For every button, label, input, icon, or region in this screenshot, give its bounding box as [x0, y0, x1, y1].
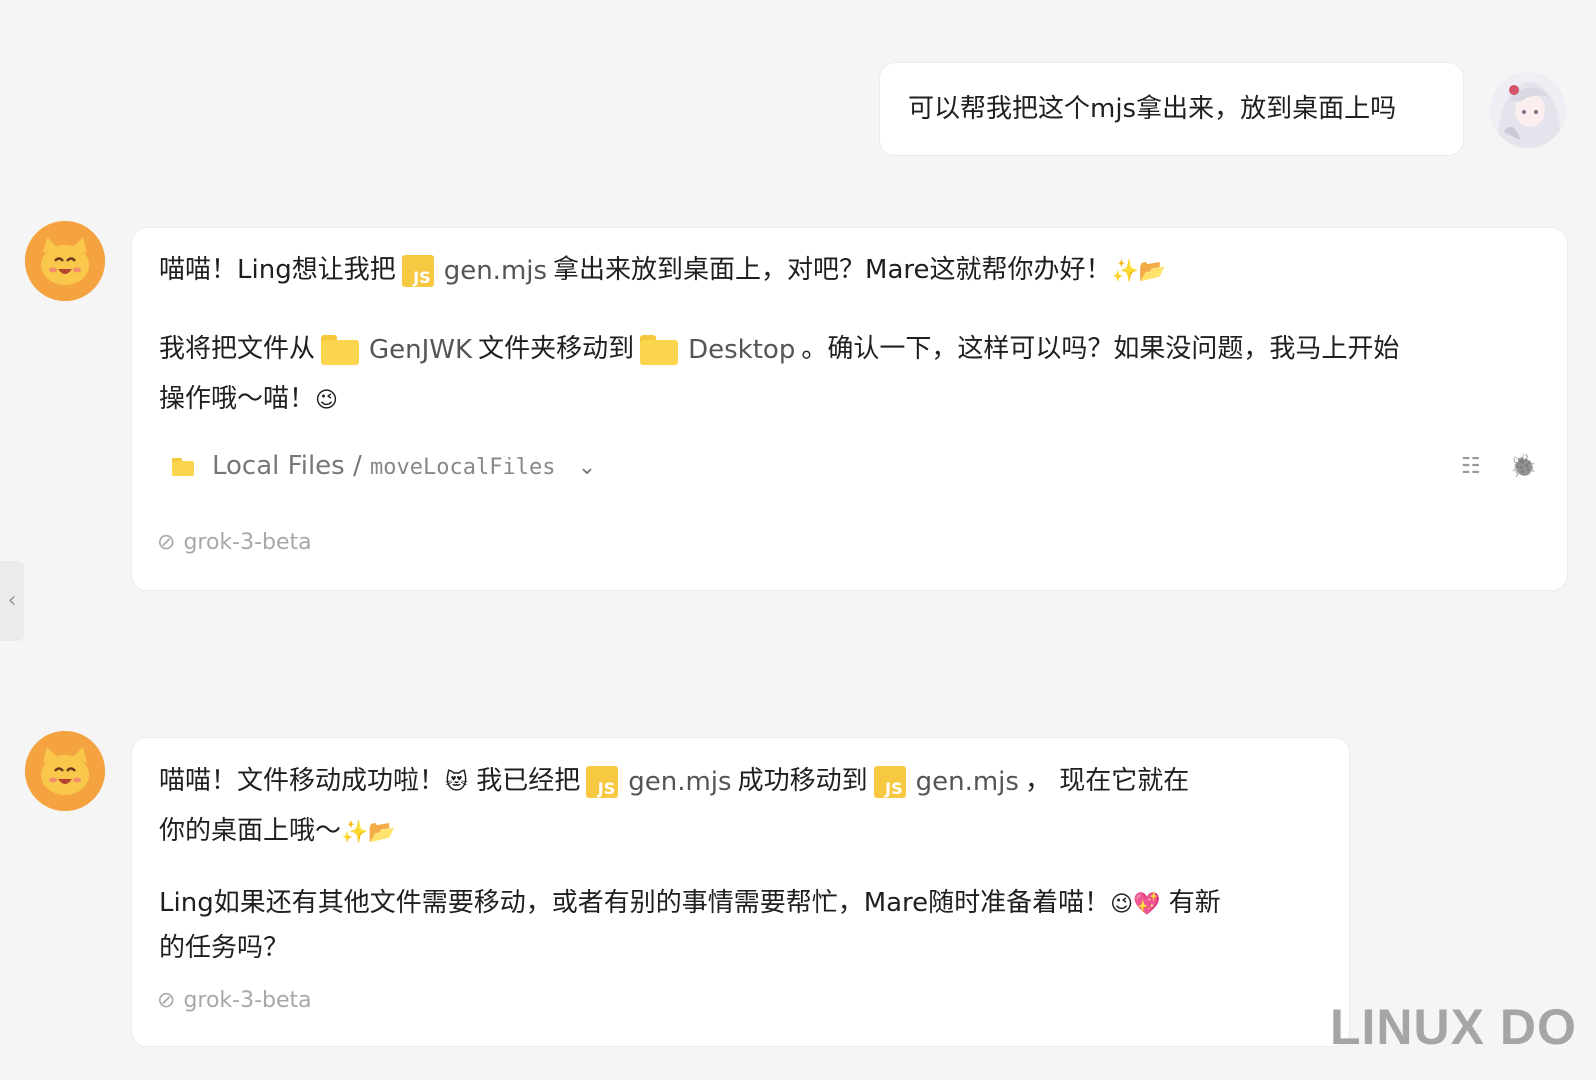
file-chip-label: gen.mjs [915, 766, 1019, 797]
message-text: 操作哦～喵！ [159, 384, 316, 414]
js-icon-label: JS [413, 268, 431, 287]
cat-face-icon [25, 731, 105, 811]
cat-face-icon [25, 221, 105, 301]
model-icon: ⊘ [157, 988, 176, 1013]
tool-action-name: moveLocalFiles [370, 455, 556, 480]
model-tag: ⊘ grok-3-beta [157, 530, 312, 555]
watermark: LINUX DO [1330, 999, 1577, 1055]
message-paragraph: 我将把文件从 GenJWK 文件夹移动到 Desktop 。确认一下，这样可以吗？如果没… [159, 324, 1399, 375]
model-icon: ⊘ [157, 530, 176, 555]
heart-eyes-cat-emoji: 😻 [445, 770, 468, 795]
chevron-left-icon: ‹ [7, 588, 17, 613]
message-text: 喵喵！文件移动成功啦！ [159, 766, 446, 796]
assistant-message-2: 喵喵！文件移动成功啦！😻 我已经把 JS gen.mjs 成功移动到 JS gen.mjs… [131, 737, 1350, 1047]
assistant-message-1: 喵喵！Ling想让我把 JS gen.mjs 拿出来放到桌面上，对吧？Mare这就帮你… [131, 227, 1568, 591]
file-chip-label: gen.mjs [628, 766, 732, 797]
message-paragraph: Ling如果还有其他文件需要移动，或者有别的事情需要帮忙，Mare随时准备着喵！… [159, 878, 1221, 930]
folder-icon [640, 335, 679, 365]
bug-icon[interactable]: 🐞 [1510, 454, 1537, 479]
sparkles-folder-emoji: ✨📂 [341, 820, 396, 845]
file-chip[interactable]: JS gen.mjs [873, 757, 1019, 807]
file-chip[interactable]: JS gen.mjs [586, 757, 732, 807]
message-text: 的任务吗？ [159, 933, 290, 963]
message-text: Ling如果还有其他文件需要移动，或者有别的事情需要帮忙，Mare随时准备着喵！ [159, 888, 1111, 918]
folder-chip-label: Desktop [688, 334, 796, 365]
js-file-icon: JS [401, 255, 434, 287]
message-paragraph: 你的桌面上哦～✨📂 [159, 806, 396, 858]
js-file-icon: JS [586, 766, 619, 798]
tool-name: Local Files [212, 451, 345, 481]
anime-girl-avatar-icon [1490, 72, 1566, 148]
file-chip[interactable]: JS gen.mjs [401, 246, 548, 296]
model-name: grok-3-beta [183, 988, 312, 1013]
folder-chip[interactable]: GenJWK [321, 325, 472, 375]
user-avatar[interactable] [1490, 72, 1566, 148]
js-icon-label: JS [885, 779, 903, 798]
message-text: ， 现在它就在 [1024, 766, 1190, 796]
message-text: 成功移动到 [737, 766, 868, 796]
message-text: 拿出来放到桌面上，对吧？Mare这就帮你办好！ [553, 255, 1112, 285]
message-text: 文件夹移动到 [478, 334, 635, 364]
message-text: 。确认一下，这样可以吗？如果没问题，我马上开始 [801, 334, 1400, 364]
user-message-text: 可以帮我把这个mjs拿出来，放到桌面上吗 [908, 94, 1397, 124]
user-message-bubble: 可以帮我把这个mjs拿出来，放到桌面上吗 [879, 62, 1464, 156]
message-text: 喵喵！Ling想让我把 [159, 255, 396, 285]
model-tag: ⊘ grok-3-beta [157, 988, 312, 1013]
wink-heart-emoji: 😉💖 [1110, 892, 1161, 917]
message-paragraph: 喵喵！文件移动成功啦！😻 我已经把 JS gen.mjs 成功移动到 JS gen.mjs… [159, 756, 1189, 808]
tool-call-header[interactable]: Local Files / moveLocalFiles ⌄ [172, 451, 596, 481]
message-text: 你的桌面上哦～ [159, 816, 342, 846]
file-chip-label: gen.mjs [443, 255, 548, 286]
tool-separator: / [352, 451, 362, 481]
message-text: 我已经把 [476, 766, 581, 796]
message-text: 有新 [1168, 888, 1221, 918]
sparkles-folder-emoji: ✨📂 [1111, 259, 1167, 284]
js-file-icon: JS [873, 766, 906, 798]
folder-chip-label: GenJWK [369, 334, 473, 365]
js-icon-label: JS [597, 779, 616, 798]
list-icon[interactable]: ☷ [1461, 454, 1481, 479]
chevron-down-icon[interactable]: ⌄ [578, 455, 596, 480]
folder-icon [172, 457, 194, 476]
message-text: 我将把文件从 [159, 334, 316, 364]
assistant-avatar[interactable] [25, 221, 105, 301]
message-paragraph: 喵喵！Ling想让我把 JS gen.mjs 拿出来放到桌面上，对吧？Mare这就帮你… [159, 245, 1166, 297]
folder-icon [321, 335, 360, 365]
wink-emoji: 😉 [315, 388, 338, 413]
message-paragraph: 的任务吗？ [159, 923, 289, 973]
message-paragraph: 操作哦～喵！😉 [159, 374, 338, 426]
tool-actions: ☷ 🐞 [1439, 454, 1537, 479]
model-name: grok-3-beta [183, 530, 312, 555]
assistant-avatar[interactable] [25, 731, 105, 811]
sidebar-toggle[interactable]: ‹ [0, 561, 24, 641]
folder-chip[interactable]: Desktop [640, 325, 795, 375]
